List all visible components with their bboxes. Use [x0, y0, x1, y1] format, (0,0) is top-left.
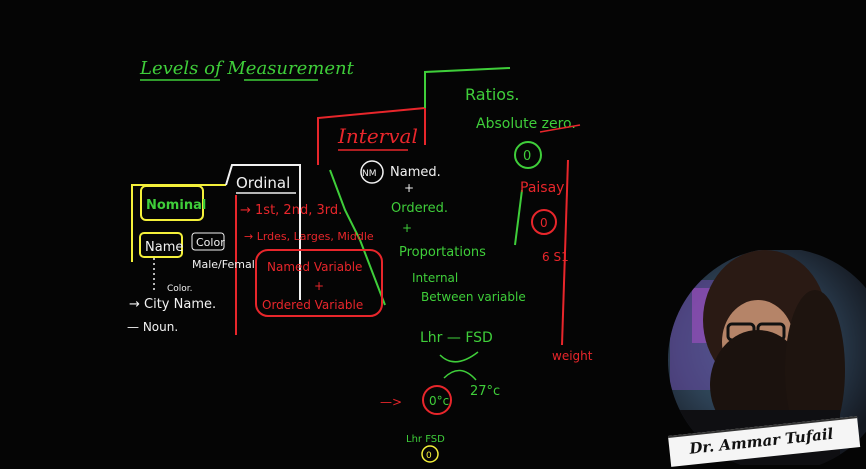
nominal-name-label: Name — [145, 240, 183, 255]
interval-between: Between variable — [421, 290, 526, 304]
interval-zero-low: 0 — [426, 451, 432, 461]
interval-heading: Interval — [337, 124, 418, 148]
interval-lhr-fsd-low: Lhr FSD — [406, 434, 445, 445]
interval-temp: 27°c — [470, 384, 500, 399]
nominal-heading: Nominal — [146, 198, 206, 213]
ratio-six-s: 6 S1 — [542, 250, 569, 264]
nominal-sub-color: Color. — [167, 284, 193, 294]
ratio-zero-1: 0 — [523, 149, 531, 164]
ordinal-sizes: → Lrdes, Larges, Middle — [244, 230, 374, 243]
ratio-weight: weight — [552, 349, 593, 363]
interval-named: Named. — [390, 165, 441, 180]
ratio-heading: Ratios. — [465, 85, 520, 104]
interval-cycle-arrows — [439, 351, 479, 381]
interval-zero-c: 0°c — [429, 394, 449, 408]
ordinal-box-line2: Ordered Variable — [262, 298, 363, 312]
nominal-noun: — Noun. — [127, 320, 178, 334]
ordinal-box-plus: + — [314, 279, 324, 293]
ratio-absolute-zero: Absolute zero. — [476, 116, 576, 132]
ordinal-ranks: → 1st, 2nd, 3rd. — [240, 203, 342, 218]
nominal-gender: Male/Femal — [192, 258, 255, 271]
nominal-city: → City Name. — [129, 297, 216, 312]
interval-proportions: Proportations — [399, 245, 486, 260]
ratio-zero-2: 0 — [540, 216, 548, 230]
interval-ordered: Ordered. — [391, 201, 448, 216]
interval-plus2: + — [402, 221, 412, 235]
interval-nm-label: NM — [362, 169, 377, 179]
ratio-green-line — [514, 189, 523, 246]
ratio-paisay: Paisay — [520, 180, 564, 196]
interval-internal: Internal — [412, 271, 458, 285]
board-title: Levels of Measurement — [139, 58, 355, 79]
interval-plus1: + — [404, 181, 414, 195]
interval-left-arrow: —> — [380, 395, 402, 409]
ordinal-heading: Ordinal — [236, 174, 290, 192]
interval-lhr-fsd: Lhr — FSD — [420, 330, 493, 346]
nominal-color-arrow: Color — [196, 236, 225, 249]
ordinal-box-line1: Named Variable — [267, 260, 362, 274]
